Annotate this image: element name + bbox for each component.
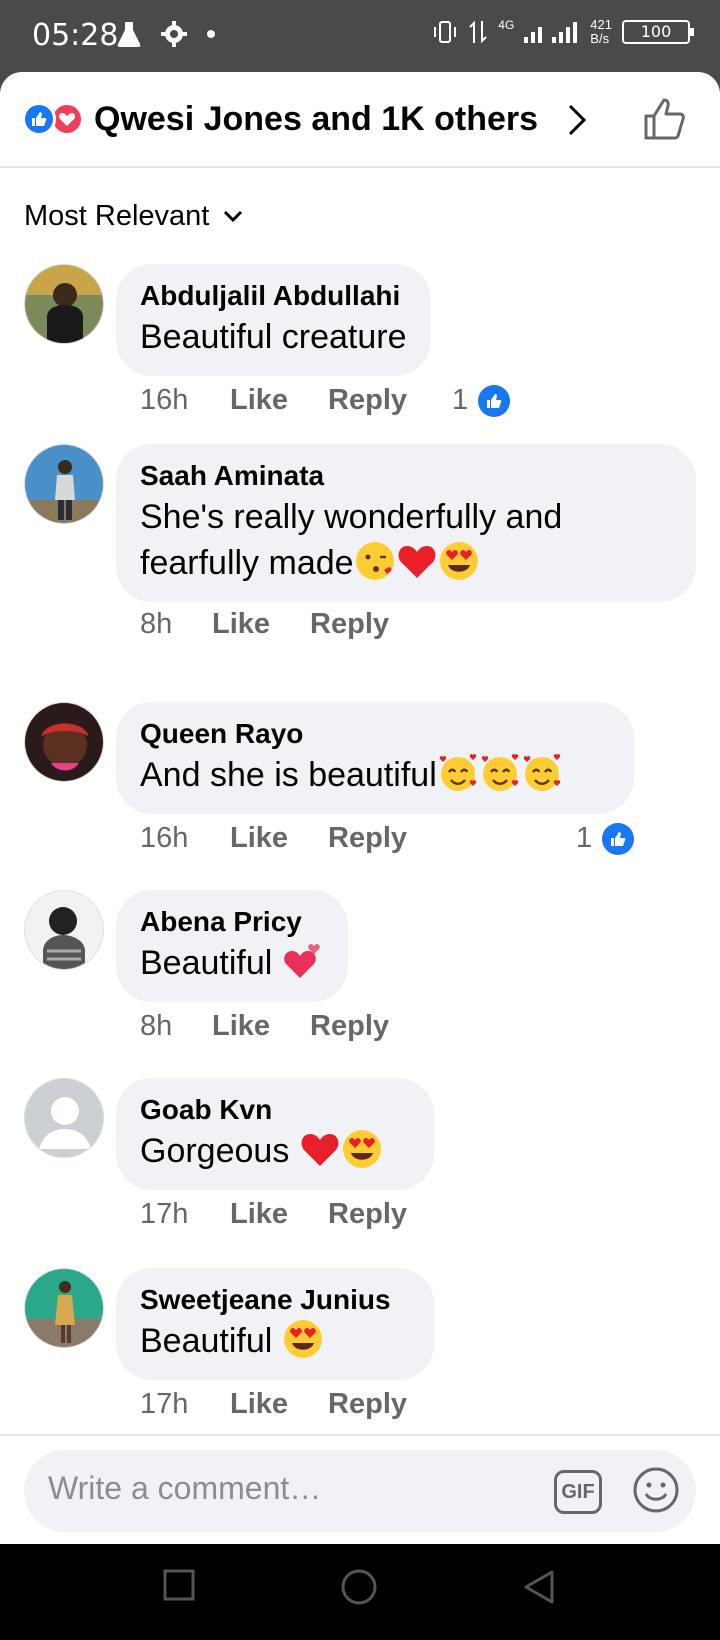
back-icon[interactable] <box>522 1568 556 1606</box>
red-heart-emoji-icon <box>301 1134 339 1166</box>
reply-link[interactable]: Reply <box>328 822 407 855</box>
comment-input[interactable]: Write a comment… GIF <box>24 1450 696 1532</box>
home-icon[interactable] <box>340 1568 378 1606</box>
comment-text: Beautiful creature <box>140 318 407 356</box>
like-icon <box>478 384 511 417</box>
reactions-header[interactable]: Qwesi Jones and 1K others <box>0 72 720 168</box>
chevron-down-icon <box>224 210 243 222</box>
thumbs-up-icon[interactable] <box>642 96 688 142</box>
comment-bubble[interactable]: Saah Aminata She's really wonderfully an… <box>116 444 696 602</box>
reaction-icons <box>22 102 88 136</box>
system-nav-bar <box>0 1544 720 1640</box>
comment-bubble[interactable]: Queen Rayo And she is beautiful <box>116 702 634 814</box>
two-hearts-emoji-icon <box>283 944 320 978</box>
status-bar: 05:28 4G 421 B/s 100 <box>0 0 720 72</box>
vibrate-icon <box>434 21 457 43</box>
commenter-name[interactable]: Sweetjeane Junius <box>140 1282 410 1318</box>
comment-text: She's really wonderfully and <box>140 498 563 536</box>
like-link[interactable]: Like <box>212 1010 270 1043</box>
commenter-name[interactable]: Queen Rayo <box>140 716 610 752</box>
comment-time: 17h <box>140 1388 189 1420</box>
like-reaction-icon <box>22 102 56 136</box>
comment-text: Gorgeous <box>140 1132 299 1170</box>
comment-text: Beautiful <box>140 944 282 982</box>
smiling-face-hearts-emoji-icon <box>439 754 477 791</box>
status-time: 05:28 <box>32 18 119 53</box>
avatar[interactable] <box>24 890 104 970</box>
comment-time: 8h <box>140 608 173 640</box>
comment-actions: 16h Like Reply <box>140 822 407 855</box>
comment-bubble[interactable]: Abena Pricy Beautiful <box>116 890 348 1002</box>
data-transfer-icon <box>469 20 487 44</box>
reply-link[interactable]: Reply <box>328 1388 407 1421</box>
dot-icon <box>207 30 215 38</box>
comment-actions: 8h Like Reply <box>140 608 389 641</box>
like-link[interactable]: Like <box>230 822 288 855</box>
comment-placeholder: Write a comment… <box>48 1470 322 1506</box>
smiling-face-hearts-emoji-icon <box>523 754 561 791</box>
reaction-count[interactable]: 1 <box>452 384 511 417</box>
reactions-title[interactable]: Qwesi Jones and 1K others <box>94 100 538 139</box>
gif-button[interactable]: GIF <box>554 1470 602 1514</box>
commenter-name[interactable]: Goab Kvn <box>140 1092 410 1128</box>
comment-bubble[interactable]: Goab Kvn Gorgeous <box>116 1078 434 1190</box>
heart-eyes-emoji-icon <box>342 1130 381 1168</box>
avatar[interactable] <box>24 1268 104 1348</box>
battery-indicator: 100 <box>622 20 694 44</box>
commenter-name[interactable]: Abduljalil Abdullahi <box>140 278 407 314</box>
comment-time: 16h <box>140 384 189 416</box>
comment-actions: 17h Like Reply <box>140 1388 407 1421</box>
commenter-name[interactable]: Abena Pricy <box>140 904 324 940</box>
comment-text: Beautiful <box>140 1322 282 1360</box>
chevron-right-icon[interactable] <box>566 102 588 138</box>
emoji-smile-icon[interactable] <box>632 1466 680 1514</box>
comment-text: And she is beautiful <box>140 756 437 794</box>
like-link[interactable]: Like <box>230 1198 288 1231</box>
signal-icon <box>524 22 578 43</box>
comment-actions: 17h Like Reply <box>140 1198 407 1231</box>
status-right: 4G 421 B/s 100 <box>432 17 694 46</box>
recents-icon[interactable] <box>162 1568 196 1602</box>
like-link[interactable]: Like <box>230 384 288 417</box>
sort-dropdown[interactable]: Most Relevant <box>24 200 243 233</box>
heart-eyes-emoji-icon <box>283 1320 322 1358</box>
sort-label: Most Relevant <box>24 200 210 232</box>
comment-time: 8h <box>140 1010 173 1042</box>
reply-link[interactable]: Reply <box>328 384 407 417</box>
like-link[interactable]: Like <box>230 1388 288 1421</box>
like-link[interactable]: Like <box>212 608 270 641</box>
avatar[interactable] <box>24 702 104 782</box>
status-left-icons <box>116 20 216 48</box>
kissing-face-emoji-icon <box>355 542 394 580</box>
avatar[interactable] <box>24 264 104 344</box>
comment-bubble[interactable]: Sweetjeane Junius Beautiful <box>116 1268 434 1380</box>
comment-time: 17h <box>140 1198 189 1230</box>
avatar[interactable] <box>24 1078 104 1158</box>
heart-eyes-emoji-icon <box>439 542 478 580</box>
reply-link[interactable]: Reply <box>310 1010 389 1043</box>
comment-bubble[interactable]: Abduljalil Abdullahi Beautiful creature <box>116 264 431 376</box>
flask-icon <box>117 22 141 47</box>
reply-link[interactable]: Reply <box>310 608 389 641</box>
comment-time: 16h <box>140 822 189 854</box>
network-type: 4G <box>498 18 515 32</box>
like-icon <box>602 822 635 855</box>
comment-actions: 8h Like Reply <box>140 1010 389 1043</box>
comment-text: fearfully made <box>140 544 354 582</box>
comment-actions: 16h Like Reply <box>140 384 407 417</box>
comments-sheet: Qwesi Jones and 1K others Most Relevant … <box>0 72 720 1544</box>
reply-link[interactable]: Reply <box>328 1198 407 1231</box>
avatar[interactable] <box>24 444 104 524</box>
comment-composer: Write a comment… GIF <box>0 1434 720 1544</box>
smiling-face-hearts-emoji-icon <box>481 754 519 791</box>
commenter-name[interactable]: Saah Aminata <box>140 458 672 494</box>
gear-icon <box>161 21 187 47</box>
reaction-count[interactable]: 1 <box>576 822 635 855</box>
network-speed: 421 B/s <box>590 17 612 46</box>
red-heart-emoji-icon <box>398 546 435 578</box>
